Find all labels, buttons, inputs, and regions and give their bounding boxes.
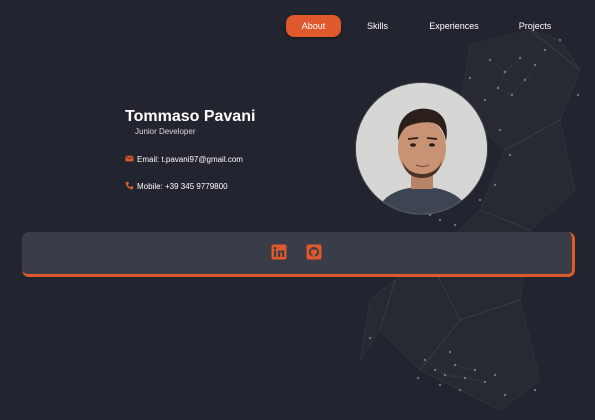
nav-projects[interactable]: Projects: [510, 15, 560, 37]
profile-name: Tommaso Pavani: [125, 108, 256, 125]
linkedin-link[interactable]: [271, 244, 287, 260]
nav-about[interactable]: About: [286, 15, 341, 37]
github-link[interactable]: [306, 244, 322, 260]
linkedin-icon: [271, 244, 287, 260]
email-text: Email: t.pavani97@gmail.com: [137, 155, 243, 164]
phone-text: Mobile: +39 345 9779800: [137, 182, 228, 191]
profile-photo: [356, 83, 487, 214]
email-contact[interactable]: Email: t.pavani97@gmail.com: [125, 154, 243, 165]
envelope-icon: [125, 154, 134, 165]
nav-skills[interactable]: Skills: [355, 15, 400, 37]
phone-icon: [125, 181, 134, 192]
background-network-graphic: [359, 29, 581, 411]
phone-contact[interactable]: Mobile: +39 345 9779800: [125, 181, 228, 192]
top-navigation: About Skills Experiences Projects: [0, 15, 595, 37]
nav-experiences[interactable]: Experiences: [423, 15, 485, 37]
profile-role: Junior Developer: [135, 127, 196, 136]
social-links-card: [22, 232, 575, 277]
github-icon: [306, 244, 322, 260]
